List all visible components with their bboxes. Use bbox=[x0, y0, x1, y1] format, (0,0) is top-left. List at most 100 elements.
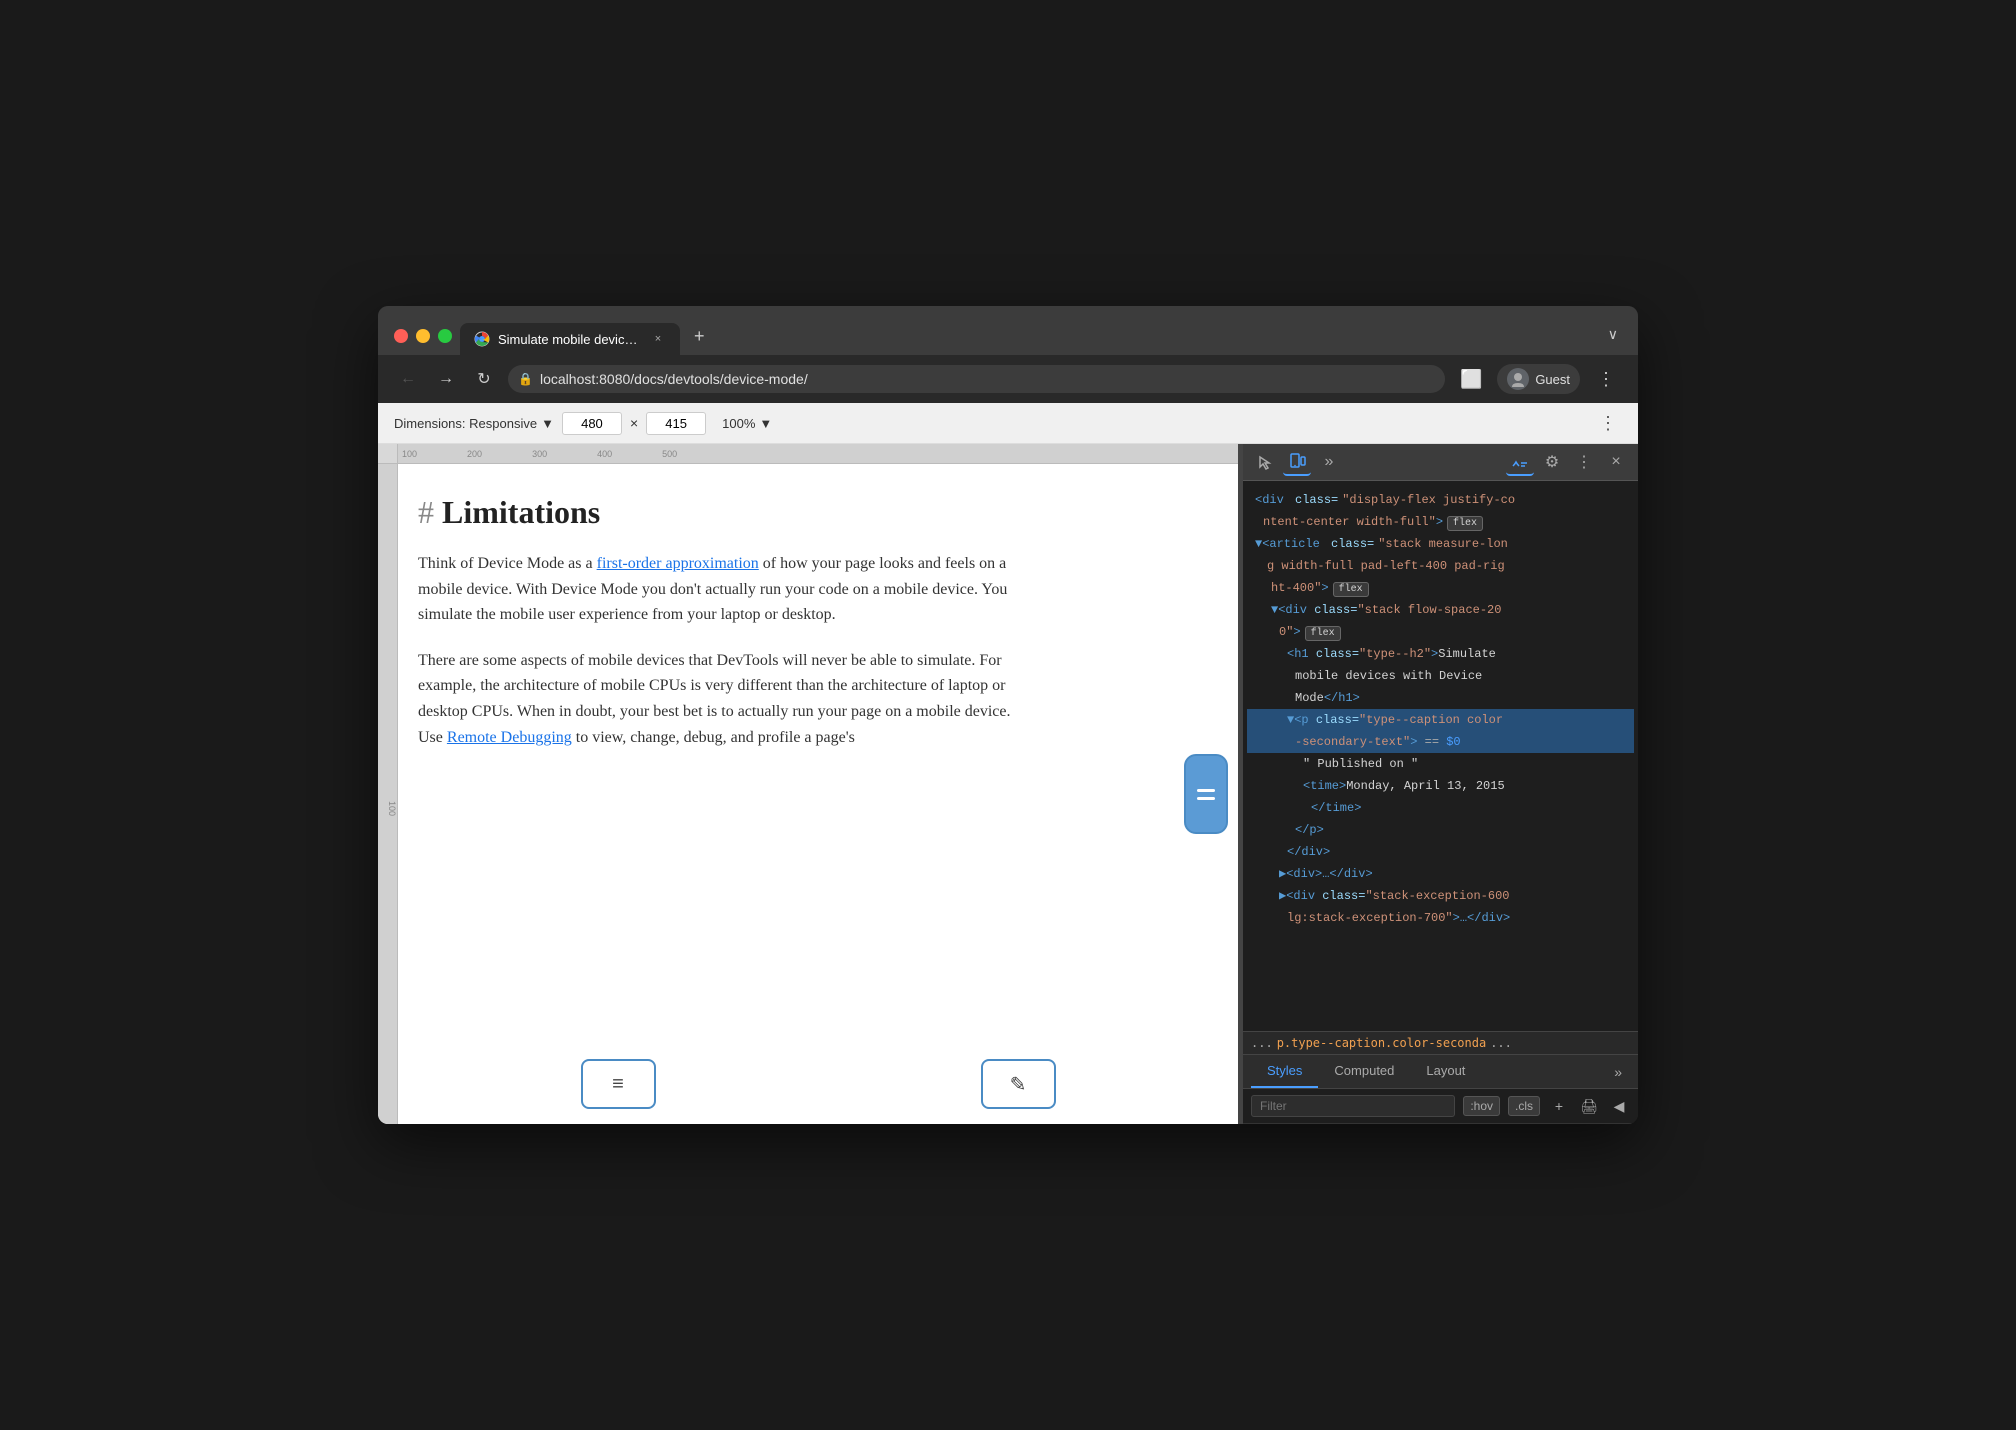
width-input[interactable] bbox=[562, 412, 622, 435]
tab-search-icon: ⬜ bbox=[1460, 369, 1482, 390]
html-line: ▼<div class="stack flow-space-20 bbox=[1247, 599, 1634, 621]
traffic-lights bbox=[394, 329, 452, 355]
ruler-side: 100200300400 bbox=[378, 464, 398, 1124]
scroll-handle[interactable] bbox=[1184, 754, 1228, 834]
page-area: # Limitations Think of Device Mode as a … bbox=[398, 464, 1238, 1124]
html-line: <h1 class="type--h2">Simulate bbox=[1247, 643, 1634, 665]
console-button[interactable] bbox=[1506, 448, 1534, 476]
browser-more-button[interactable]: ⋮ bbox=[1590, 363, 1622, 395]
minimize-traffic-light[interactable] bbox=[416, 329, 430, 343]
breadcrumb-selector[interactable]: p.type--caption.color-seconda bbox=[1277, 1036, 1487, 1050]
profile-button[interactable]: Guest bbox=[1497, 364, 1580, 394]
add-style-button[interactable]: + bbox=[1548, 1095, 1570, 1117]
dimensions-dropdown[interactable]: Dimensions: Responsive ▼ bbox=[394, 416, 554, 431]
close-icon: × bbox=[1611, 453, 1620, 471]
toolbar-more-button[interactable]: ⋮ bbox=[1594, 409, 1622, 437]
more-tabs-button[interactable]: » bbox=[1315, 448, 1343, 476]
tab-styles[interactable]: Styles bbox=[1251, 1055, 1318, 1088]
flex-badge[interactable]: flex bbox=[1447, 516, 1483, 531]
edit-icon: ✎ bbox=[1010, 1072, 1027, 1097]
html-line-selected[interactable]: ▼<p class="type--caption color bbox=[1247, 709, 1634, 731]
forward-button[interactable]: → bbox=[432, 365, 460, 393]
tab-layout[interactable]: Layout bbox=[1410, 1055, 1481, 1088]
main-content: 100200300400500 100200300400 # Limitatio… bbox=[378, 444, 1638, 1124]
html-line: <time>Monday, April 13, 2015 bbox=[1247, 775, 1634, 797]
styles-more-button[interactable]: » bbox=[1606, 1056, 1630, 1088]
scroll-handle-line-1 bbox=[1197, 789, 1215, 792]
title-bar: Simulate mobile devices with D × + ∨ bbox=[378, 306, 1638, 355]
styles-filter-input[interactable] bbox=[1251, 1095, 1455, 1117]
console-icon bbox=[1511, 452, 1529, 470]
page-content: # Limitations Think of Device Mode as a … bbox=[418, 494, 1018, 750]
back-button[interactable]: ← bbox=[394, 365, 422, 393]
devtools-more-icon: ⋮ bbox=[1576, 452, 1592, 472]
breadcrumb-ellipsis: ... bbox=[1251, 1036, 1273, 1050]
device-mode-button[interactable] bbox=[1283, 448, 1311, 476]
chrome-favicon-icon bbox=[474, 331, 490, 347]
cursor-icon bbox=[1256, 453, 1274, 471]
devtools-more-button[interactable]: ⋮ bbox=[1570, 448, 1598, 476]
flex-badge[interactable]: flex bbox=[1333, 582, 1369, 597]
height-input[interactable] bbox=[646, 412, 706, 435]
zoom-chevron-icon: ▼ bbox=[759, 416, 772, 431]
refresh-icon: ↻ bbox=[477, 369, 490, 389]
dimension-x-separator: × bbox=[630, 415, 638, 431]
devtools-close-button[interactable]: × bbox=[1602, 448, 1630, 476]
viewport-body: 100200300400 # Limitations Think of Devi… bbox=[378, 464, 1238, 1124]
heading-text: Limitations bbox=[442, 494, 600, 531]
devtools-panel: » ⚙ ⋮ × bbox=[1242, 444, 1638, 1124]
breadcrumb-dot: ... bbox=[1490, 1036, 1512, 1050]
styles-tabs: Styles Computed Layout » bbox=[1243, 1055, 1638, 1089]
html-line: " Published on " bbox=[1247, 753, 1634, 775]
more-vert-icon: ⋮ bbox=[1597, 369, 1615, 390]
page-paragraph-1: Think of Device Mode as a first-order ap… bbox=[418, 551, 1018, 628]
edit-overlay-button[interactable]: ✎ bbox=[981, 1059, 1056, 1109]
close-traffic-light[interactable] bbox=[394, 329, 408, 343]
device-toolbar: Dimensions: Responsive ▼ × 100% ▼ ⋮ bbox=[378, 403, 1638, 444]
remote-debugging-link[interactable]: Remote Debugging bbox=[447, 729, 572, 746]
toggle-sidebar-button[interactable]: ◀ bbox=[1608, 1095, 1630, 1117]
tab-computed[interactable]: Computed bbox=[1318, 1055, 1410, 1088]
first-order-link[interactable]: first-order approximation bbox=[597, 555, 759, 572]
refresh-button[interactable]: ↻ bbox=[470, 365, 498, 393]
html-line: ht-400">flex bbox=[1247, 577, 1634, 599]
html-line: <div class="display-flex justify-co bbox=[1247, 489, 1634, 511]
html-source[interactable]: <div class="display-flex justify-co nten… bbox=[1243, 481, 1638, 1031]
scroll-handle-lines bbox=[1197, 789, 1215, 800]
styles-filter: :hov .cls + 🖨 ◀ bbox=[1243, 1089, 1638, 1124]
html-line-selected-cont[interactable]: -secondary-text"> == $0 bbox=[1247, 731, 1634, 753]
browser-tab-active[interactable]: Simulate mobile devices with D × bbox=[460, 323, 680, 355]
toolbar-more-icon: ⋮ bbox=[1599, 413, 1617, 434]
menu-icon: ≡ bbox=[612, 1073, 624, 1096]
dimensions-chevron-icon: ▼ bbox=[541, 416, 554, 431]
settings-icon: ⚙ bbox=[1545, 452, 1559, 472]
breadcrumb-bar: ... p.type--caption.color-seconda ... bbox=[1243, 1031, 1638, 1054]
hov-filter-button[interactable]: :hov bbox=[1463, 1096, 1500, 1116]
settings-button[interactable]: ⚙ bbox=[1538, 448, 1566, 476]
tabs-row: Simulate mobile devices with D × + ∨ bbox=[460, 318, 1622, 355]
flex-badge[interactable]: flex bbox=[1305, 626, 1341, 641]
menu-overlay-button[interactable]: ≡ bbox=[581, 1059, 656, 1109]
address-bar-container: 🔒 localhost:8080/docs/devtools/device-mo… bbox=[508, 365, 1445, 393]
dimensions-label: Dimensions: Responsive bbox=[394, 416, 537, 431]
page-paragraph-2: There are some aspects of mobile devices… bbox=[418, 648, 1018, 750]
url-text: localhost:8080/docs/devtools/device-mode… bbox=[540, 371, 808, 387]
cls-filter-button[interactable]: .cls bbox=[1508, 1096, 1540, 1116]
zoom-dropdown[interactable]: 100% ▼ bbox=[722, 416, 772, 431]
forward-icon: → bbox=[438, 370, 454, 388]
tab-chevron-icon[interactable]: ∨ bbox=[1608, 326, 1622, 355]
tab-close-button[interactable]: × bbox=[650, 331, 666, 347]
add-icon: + bbox=[1555, 1098, 1563, 1114]
maximize-traffic-light[interactable] bbox=[438, 329, 452, 343]
new-tab-button[interactable]: + bbox=[682, 318, 717, 355]
devtools-header: » ⚙ ⋮ × bbox=[1243, 444, 1638, 481]
address-bar: ← → ↻ 🔒 localhost:8080/docs/devtools/dev… bbox=[378, 355, 1638, 403]
tab-label: Simulate mobile devices with D bbox=[498, 332, 642, 347]
copy-style-button[interactable]: 🖨 bbox=[1578, 1095, 1600, 1117]
more-tabs-icon: » bbox=[1325, 453, 1334, 471]
element-picker-button[interactable] bbox=[1251, 448, 1279, 476]
back-icon: ← bbox=[400, 370, 416, 388]
tab-search-button[interactable]: ⬜ bbox=[1455, 363, 1487, 395]
html-line: ▶<div>…</div> bbox=[1247, 863, 1634, 885]
address-input[interactable]: 🔒 localhost:8080/docs/devtools/device-mo… bbox=[508, 365, 1445, 393]
